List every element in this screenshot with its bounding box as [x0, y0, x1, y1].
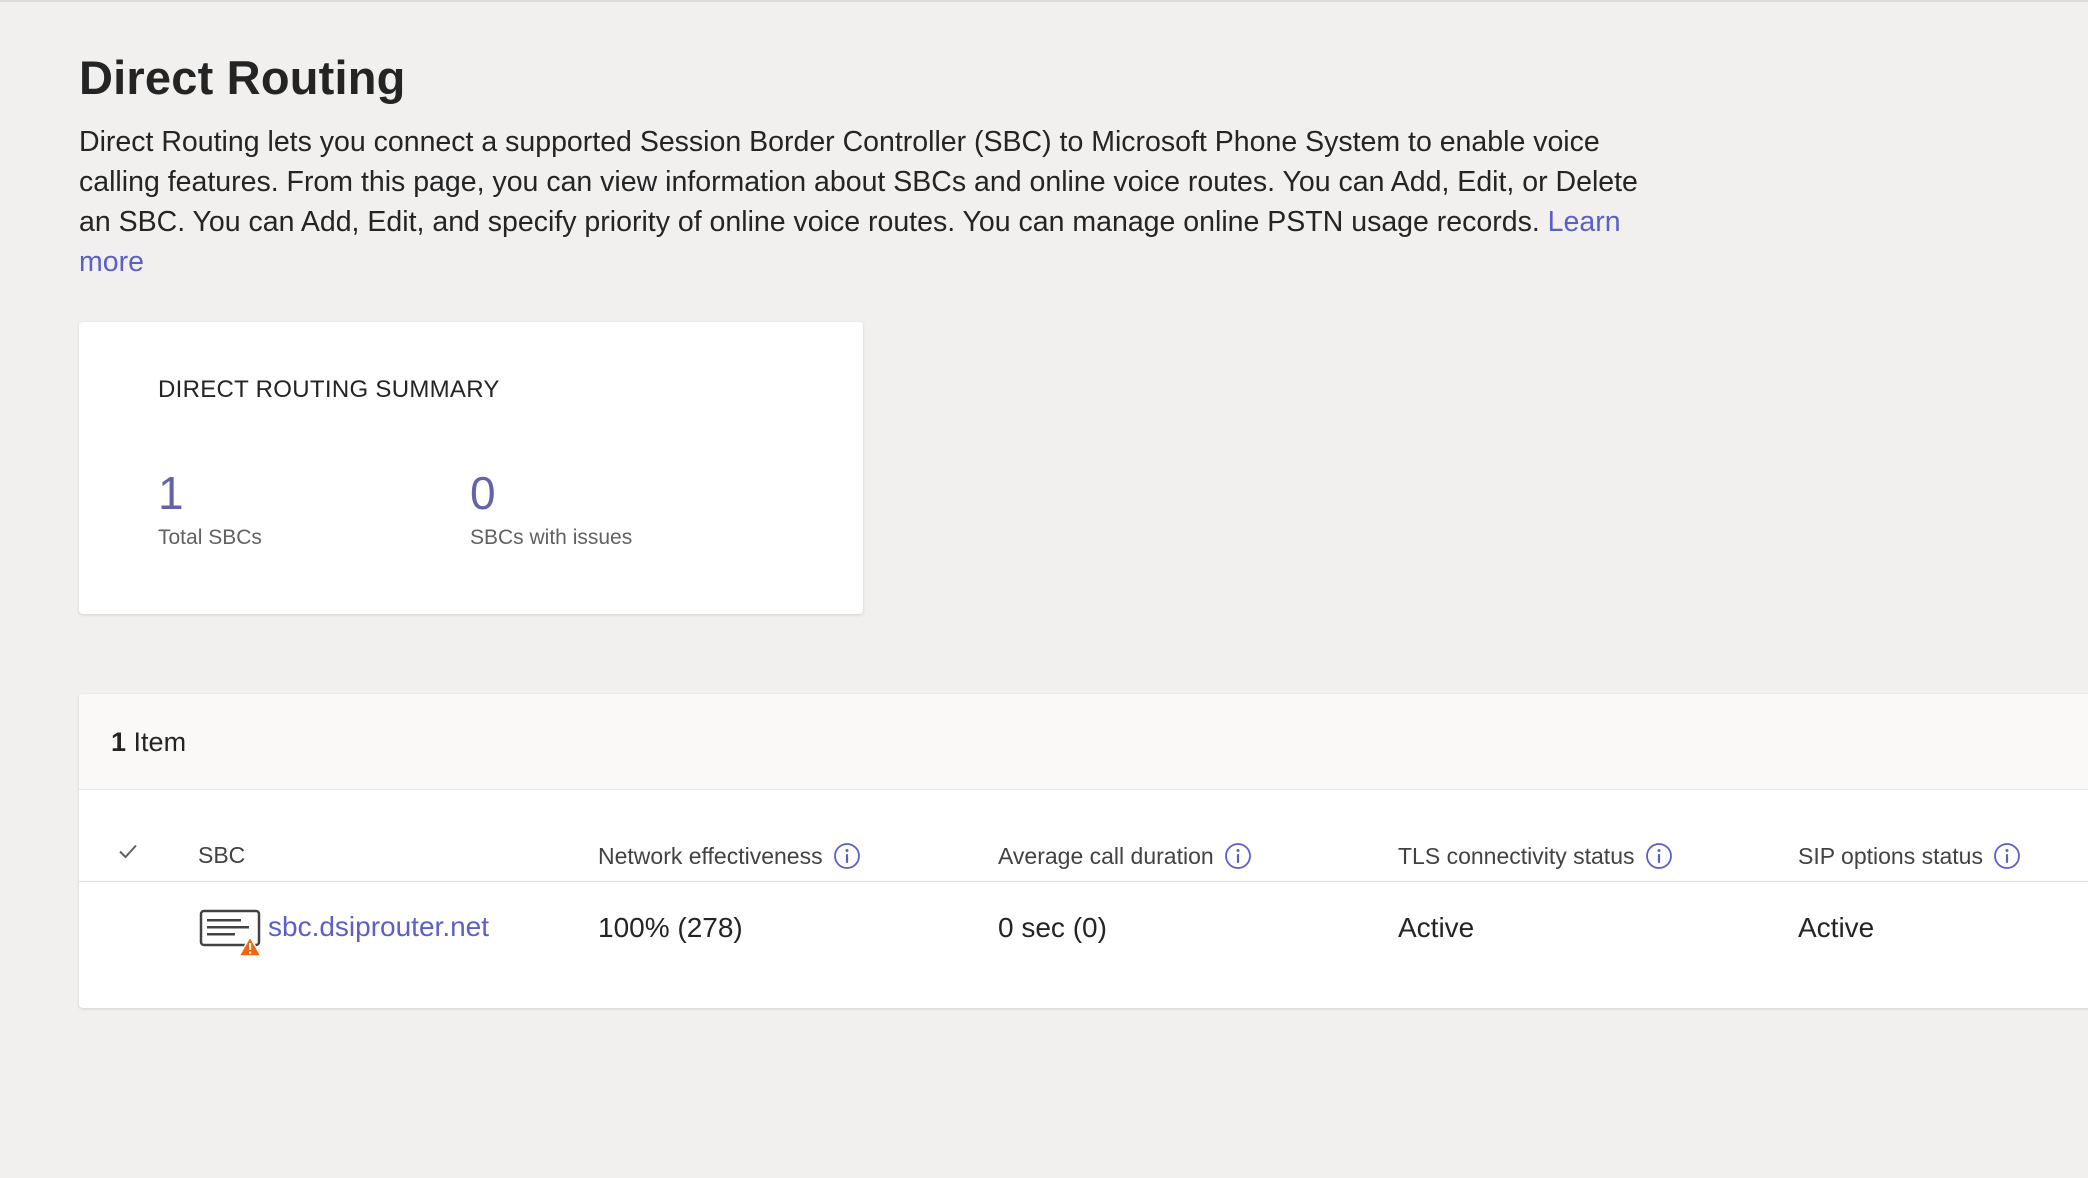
select-all-check-icon[interactable]: [115, 838, 141, 864]
sip-options-status-cell: Active: [1798, 912, 1875, 943]
info-icon[interactable]: [1645, 842, 1673, 870]
item-count-label: Item: [133, 727, 187, 757]
info-icon[interactable]: [1224, 842, 1252, 870]
description-text: Direct Routing lets you connect a suppor…: [79, 126, 1638, 238]
sbc-warning-icon: [199, 909, 263, 957]
sbc-name-link[interactable]: sbc.dsiprouter.net: [268, 911, 489, 943]
total-sbcs-metric[interactable]: 1 Total SBCs: [158, 468, 262, 550]
info-icon[interactable]: [833, 842, 861, 870]
network-effectiveness-cell: 100% (278): [598, 912, 743, 943]
average-call-duration-cell: 0 sec (0): [998, 912, 1107, 943]
direct-routing-summary-card: DIRECT ROUTING SUMMARY 1 Total SBCs 0 SB…: [79, 322, 863, 614]
column-header-label: Network effectiveness: [598, 842, 823, 869]
direct-routing-page: Direct Routing Direct Routing lets you c…: [79, 0, 2088, 1178]
column-header-network-effectiveness[interactable]: Network effectiveness: [598, 842, 861, 870]
sbc-cell: sbc.dsiprouter.net: [198, 904, 489, 957]
item-count-number: 1: [111, 727, 127, 757]
total-sbcs-value: 1: [158, 467, 184, 519]
table-toolbar: 1 Item: [79, 694, 2088, 790]
info-icon[interactable]: [1993, 842, 2021, 870]
table-header-row: SBC Network effectiveness Average call d…: [79, 832, 2088, 882]
summary-title: DIRECT ROUTING SUMMARY: [158, 376, 500, 403]
column-header-sip-options-status[interactable]: SIP options status: [1798, 842, 2021, 870]
column-header-label: Average call duration: [998, 842, 1214, 869]
column-header-label: TLS connectivity status: [1398, 842, 1635, 869]
page-title: Direct Routing: [79, 51, 406, 104]
column-header-average-call-duration[interactable]: Average call duration: [998, 842, 1252, 870]
sbcs-with-issues-label: SBCs with issues: [470, 526, 633, 549]
table-row[interactable]: sbc.dsiprouter.net 100% (278) 0 sec (0) …: [79, 884, 2088, 984]
total-sbcs-label: Total SBCs: [158, 526, 262, 549]
column-header-sbc[interactable]: SBC: [198, 842, 245, 869]
column-header-label: SIP options status: [1798, 842, 1983, 869]
sbcs-with-issues-value: 0: [470, 467, 496, 519]
column-header-tls-connectivity-status[interactable]: TLS connectivity status: [1398, 842, 1673, 870]
column-header-label: SBC: [198, 842, 246, 868]
page-description: Direct Routing lets you connect a suppor…: [79, 122, 1639, 282]
item-count: 1 Item: [111, 727, 186, 758]
sbcs-with-issues-metric[interactable]: 0 SBCs with issues: [470, 468, 632, 550]
sbc-table: 1 Item SBC Network effectiveness Average…: [79, 694, 2088, 1008]
tls-connectivity-status-cell: Active: [1398, 912, 1475, 943]
